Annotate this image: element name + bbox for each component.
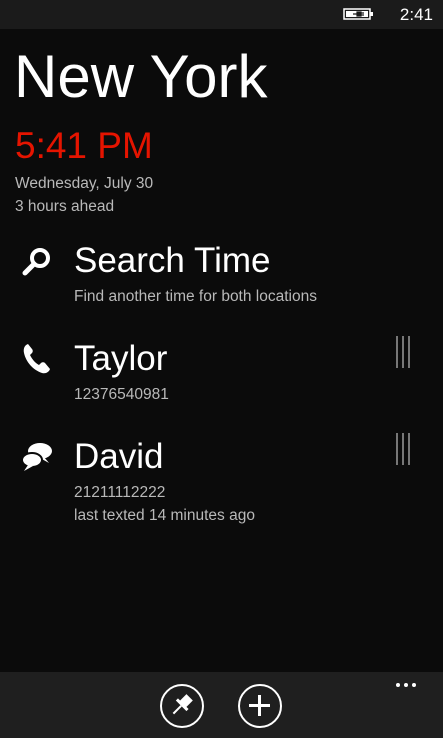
- pin-icon: [172, 694, 193, 715]
- search-icon: [22, 248, 50, 276]
- app-bar: [0, 672, 443, 738]
- item-title: David: [74, 437, 164, 476]
- drag-handle-david[interactable]: [396, 433, 416, 465]
- more-icon[interactable]: [392, 676, 424, 694]
- battery-charging-icon: [343, 8, 373, 20]
- main-panel: New York 5:41 PM Wednesday, July 30 3 ho…: [0, 29, 443, 672]
- status-bar: 2:41: [0, 0, 443, 29]
- item-detail: last texted 14 minutes ago: [74, 507, 255, 524]
- phone-icon: [23, 344, 50, 374]
- city-name: New York: [14, 43, 268, 110]
- item-subtitle: Find another time for both locations: [74, 288, 317, 305]
- item-title: Taylor: [74, 339, 168, 378]
- item-title: Search Time: [74, 241, 271, 280]
- item-subtitle: 21211112222: [74, 484, 166, 501]
- pin-button[interactable]: [160, 684, 204, 728]
- add-button[interactable]: [238, 684, 282, 728]
- add-icon: [249, 695, 270, 716]
- time-offset: 3 hours ahead: [15, 198, 115, 215]
- status-clock: 2:41: [399, 5, 433, 24]
- message-icon: [21, 443, 52, 471]
- remote-date: Wednesday, July 30: [15, 175, 154, 192]
- item-subtitle: 12376540981: [74, 386, 169, 403]
- drag-handle-taylor[interactable]: [396, 336, 416, 368]
- remote-time: 5:41 PM: [15, 125, 153, 166]
